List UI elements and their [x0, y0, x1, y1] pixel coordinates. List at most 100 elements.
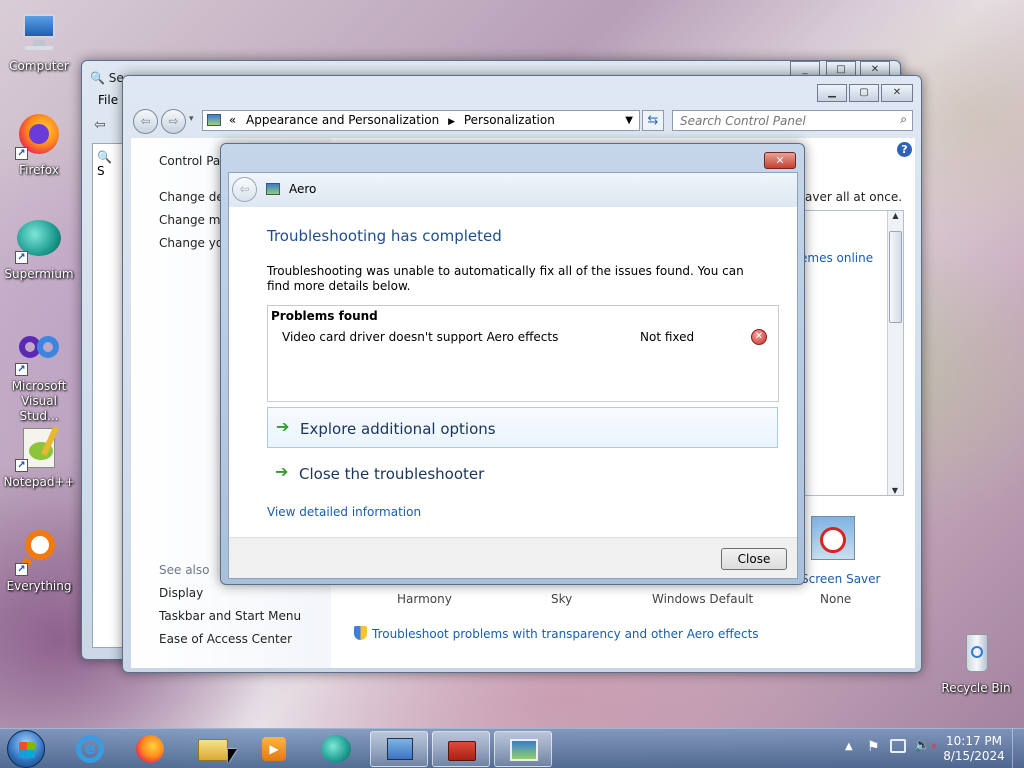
minimize-button[interactable]: ▁ — [817, 84, 847, 102]
shortcut-arrow-icon: ↗ — [15, 363, 28, 376]
clock-date: 8/15/2024 — [943, 749, 1005, 763]
refresh-button[interactable]: ⇆ — [642, 110, 664, 131]
internet-explorer-icon: e — [76, 735, 104, 763]
shortcut-arrow-icon: ↗ — [15, 563, 28, 576]
uac-shield-icon — [354, 626, 367, 640]
error-icon: ✕ — [751, 329, 767, 345]
dialog-close-button[interactable]: ✕ — [764, 152, 796, 169]
recycle-bin-icon — [952, 630, 1000, 678]
troubleshoot-link[interactable]: Troubleshoot problems with transparency … — [354, 626, 759, 641]
show-hidden-icons[interactable]: ▲ — [845, 741, 853, 752]
computer-icon — [15, 8, 63, 56]
themes-list[interactable]: emes online ▲ ▼ — [793, 210, 904, 496]
breadcrumb-item[interactable]: Personalization — [464, 113, 555, 127]
search-icon[interactable]: ⌕ — [900, 112, 907, 127]
help-icon[interactable]: ? — [897, 142, 912, 157]
taskbar-media-player[interactable]: ▶ — [254, 731, 294, 767]
control-panel-home-link[interactable]: Control Pan — [159, 154, 228, 168]
visual-studio-icon: ↗ — [15, 328, 63, 376]
close-button[interactable]: Close — [721, 548, 787, 570]
dialog-title: Aero — [289, 182, 317, 196]
close-button[interactable]: ✕ — [881, 84, 913, 102]
desktop-icon-notepadpp[interactable]: ↗ Notepad++ — [3, 424, 75, 490]
supermium-icon — [321, 735, 351, 763]
notepadpp-icon: ↗ — [15, 424, 63, 472]
desktop-icon-visual-studio[interactable]: ↗ Microsoft Visual Stud... — [3, 328, 75, 424]
desktop-icon-label: Everything — [6, 579, 72, 593]
volume-muted-icon[interactable]: 🔈✕ — [914, 738, 938, 753]
desktop-icon-label: Supermium — [4, 267, 74, 281]
taskbar-control-panel[interactable] — [370, 731, 428, 767]
theme-harmony-label[interactable]: Harmony — [397, 592, 452, 606]
problems-table: Problems found Video card driver doesn't… — [267, 305, 779, 402]
breadcrumb-overflow[interactable]: « — [229, 113, 236, 127]
recent-pages-chevron-icon[interactable]: ▾ — [189, 114, 194, 124]
no-symbol-icon — [820, 527, 846, 553]
dialog-inner: ⇦ Aero Troubleshooting has completed Tro… — [228, 172, 798, 579]
desktop-icon-computer[interactable]: Computer — [3, 8, 75, 74]
forward-button[interactable]: ⇨ — [161, 109, 186, 134]
taskbar-firefox[interactable] — [130, 731, 170, 767]
firefox-icon: ↗ — [15, 112, 63, 160]
desktop-icon-firefox[interactable]: ↗ Firefox — [3, 112, 75, 178]
search-box[interactable]: ⌕ — [672, 110, 913, 131]
control-panel-icon — [207, 114, 221, 126]
nav-pane: 🔍 S — [92, 143, 124, 648]
screen-saver-link[interactable]: Screen Saver — [801, 572, 880, 586]
desktop-icon-recycle-bin[interactable]: Recycle Bin — [940, 630, 1012, 696]
left-link-mouse[interactable]: Change mo — [159, 213, 228, 227]
theme-sky-label[interactable]: Sky — [551, 592, 572, 606]
themes-scrollbar[interactable]: ▲ ▼ — [887, 211, 903, 495]
back-nav-icon[interactable]: ⇦ — [94, 117, 106, 133]
address-dropdown-icon[interactable]: ▼ — [625, 111, 633, 130]
view-details-link[interactable]: View detailed information — [267, 505, 421, 519]
scroll-up-icon[interactable]: ▲ — [888, 211, 903, 220]
see-also-taskbar[interactable]: Taskbar and Start Menu — [159, 609, 301, 623]
supermium-icon: ↗ — [15, 216, 63, 264]
problem-row[interactable]: Video card driver doesn't support Aero e… — [268, 328, 778, 348]
desktop-icon-label: Microsoft Visual Stud... — [11, 379, 67, 423]
clock[interactable]: 10:17 PM 8/15/2024 — [942, 734, 1006, 764]
taskbar-ie[interactable]: e — [70, 731, 110, 767]
breadcrumb-item[interactable]: Appearance and Personalization — [246, 113, 439, 127]
taskbar-personalization[interactable] — [494, 731, 552, 767]
shortcut-arrow-icon: ↗ — [15, 251, 28, 264]
breadcrumb-separator-icon[interactable]: ▶ — [448, 117, 455, 127]
desktop-icon-supermium[interactable]: ↗ Supermium — [3, 216, 75, 282]
media-player-icon: ▶ — [262, 737, 286, 761]
scroll-down-icon[interactable]: ▼ — [888, 486, 902, 495]
desktop-icon-label: Notepad++ — [3, 475, 75, 489]
desktop-icon-everything[interactable]: ↗ Everything — [3, 528, 75, 594]
theme-windows-default-label[interactable]: Windows Default — [652, 592, 753, 606]
see-also-ease-of-access[interactable]: Ease of Access Center — [159, 632, 292, 646]
taskbar-supermium[interactable] — [316, 731, 356, 767]
nav-item-fragment[interactable]: 🔍 S — [97, 150, 123, 178]
clock-time: 10:17 PM — [946, 734, 1002, 748]
dialog-back-button[interactable]: ⇦ — [232, 177, 257, 202]
explore-options-button[interactable]: ➔ Explore additional options — [267, 407, 778, 448]
maximize-button[interactable]: ▢ — [849, 84, 879, 102]
green-arrow-icon: ➔ — [275, 462, 289, 481]
search-input[interactable] — [673, 111, 873, 130]
scroll-thumb[interactable] — [889, 231, 902, 323]
back-button[interactable]: ⇦ — [133, 109, 158, 134]
toolbox-icon — [448, 741, 476, 761]
show-desktop-button[interactable] — [1012, 729, 1024, 768]
taskbar-troubleshooter[interactable] — [432, 731, 490, 767]
see-also-display[interactable]: Display — [159, 586, 203, 600]
search-icon: 🔍 — [90, 71, 105, 85]
desktop-icon-label: Firefox — [19, 163, 59, 177]
menu-file[interactable]: File — [98, 93, 118, 107]
screen-saver-icon[interactable] — [811, 516, 855, 560]
firefox-icon — [136, 735, 164, 763]
network-icon[interactable] — [890, 739, 906, 753]
close-troubleshooter-button[interactable]: ➔ Close the troubleshooter — [267, 453, 778, 494]
taskbar: e ▶ ▲ ⚑ 🔈✕ 10:17 PM 8/15/2024 — [0, 728, 1024, 768]
personalization-icon — [510, 739, 538, 761]
action-center-flag-icon[interactable]: ⚑ — [867, 739, 880, 755]
green-arrow-icon: ➔ — [276, 417, 290, 436]
get-themes-online-link[interactable]: emes online — [800, 251, 873, 265]
start-button[interactable] — [7, 730, 45, 768]
troubleshooter-dialog[interactable]: ✕ ⇦ Aero Troubleshooting has completed T… — [220, 143, 805, 585]
address-bar[interactable]: « Appearance and Personalization ▶ Perso… — [202, 110, 640, 131]
